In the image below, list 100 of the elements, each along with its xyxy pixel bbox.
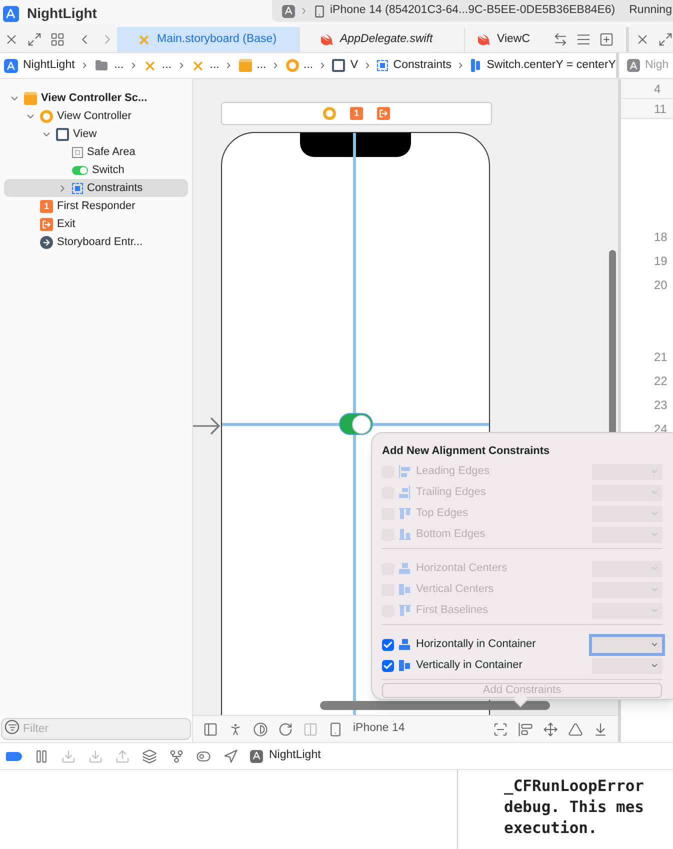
update-frames-icon[interactable] — [493, 722, 508, 736]
horizontal-scrollbar[interactable] — [320, 701, 550, 710]
constraint-icon — [470, 59, 482, 72]
top-edges-icon — [398, 507, 411, 520]
app-icon — [282, 4, 295, 18]
leading-edges-icon — [398, 465, 411, 478]
responder-icon: 1 — [350, 107, 363, 120]
checkbox[interactable] — [382, 660, 394, 672]
scene-icon — [238, 59, 252, 72]
expand-icon[interactable] — [658, 32, 673, 47]
breadcrumb-item[interactable]: Switch.centerY = centerY — [486, 56, 616, 74]
line-number: 23 — [654, 398, 668, 412]
switch-control[interactable] — [339, 413, 373, 435]
app-icon — [627, 59, 640, 72]
top-edges-icon — [398, 604, 411, 617]
safe-area-icon — [72, 146, 83, 158]
cross-tools-icon — [142, 58, 157, 72]
breadcrumb-item[interactable]: ... — [304, 56, 314, 74]
pause-icon[interactable] — [34, 748, 49, 764]
vertical-centers-icon — [398, 659, 411, 672]
tree-item[interactable]: Storyboard Entr... — [4, 233, 188, 251]
tree-item[interactable]: Constraints — [4, 179, 188, 197]
bird-icon — [320, 34, 334, 46]
contrast-icon[interactable] — [253, 722, 268, 736]
line-number: 21 — [654, 350, 668, 364]
chevron-down-icon — [650, 530, 659, 539]
tree-item[interactable]: Exit — [4, 215, 188, 233]
expand-icon[interactable] — [27, 32, 42, 47]
line-number: 20 — [654, 278, 668, 292]
exit-icon — [40, 218, 53, 230]
breadcrumb-item[interactable]: ... — [256, 56, 266, 74]
memory-graph-icon[interactable] — [169, 748, 184, 764]
pin-icon[interactable] — [543, 722, 558, 736]
close-icon[interactable] — [4, 32, 19, 47]
filter-icon — [5, 720, 19, 734]
breadcrumb-item[interactable]: ... — [114, 56, 124, 74]
console-line: debug. This mes — [504, 797, 644, 818]
trailing-edges-icon — [398, 486, 411, 499]
tree-item[interactable]: View Controller — [4, 107, 188, 125]
tree-item[interactable]: Switch — [4, 161, 188, 179]
exit-icon — [377, 107, 390, 120]
tree-item[interactable]: 1 First Responder — [4, 197, 188, 215]
breakpoints-toggle[interactable] — [6, 752, 22, 760]
rotate-icon[interactable] — [278, 722, 293, 736]
cross-tools-icon — [137, 32, 151, 46]
resolve-icon[interactable] — [568, 722, 583, 736]
grid-icon[interactable] — [50, 32, 65, 47]
sidebar-icon[interactable] — [203, 722, 218, 736]
tree-item[interactable]: View — [4, 125, 188, 143]
device-selector[interactable]: iPhone 14 — [353, 720, 405, 738]
embed-icon[interactable] — [593, 722, 608, 736]
console-line: _CFRunLoopError — [504, 776, 644, 797]
breadcrumb-item[interactable]: NightLight — [23, 56, 75, 74]
editor-tab[interactable]: ViewC — [465, 27, 534, 52]
constraint-label: Trailing Edges — [416, 485, 486, 500]
checkbox[interactable] — [382, 638, 394, 650]
horizontal-centers-icon — [398, 562, 411, 575]
app-title: NightLight — [27, 4, 97, 23]
app-icon — [3, 6, 19, 22]
popover-title: Add New Alignment Constraints — [382, 444, 551, 459]
editor-tab[interactable]: AppDelegate.swift — [300, 27, 465, 52]
add-editor-icon[interactable] — [599, 32, 614, 47]
run-status: Running — [629, 3, 672, 18]
editor-tab[interactable]: Main.storyboard (Base) — [117, 27, 300, 52]
tree-item[interactable]: View Controller Sc... — [4, 89, 188, 107]
constraint-label: Vertical Centers — [416, 582, 494, 598]
chevron-down-icon — [650, 606, 659, 615]
filter-field[interactable]: Filter — [1, 718, 191, 740]
lines-icon[interactable] — [576, 32, 591, 47]
swap-icon[interactable] — [553, 32, 568, 47]
breadcrumb-item[interactable]: V — [350, 56, 358, 74]
chevron-down-icon — [650, 488, 659, 497]
close-icon[interactable] — [635, 32, 650, 47]
location-icon[interactable] — [223, 748, 238, 764]
chevron-down-icon — [650, 509, 659, 518]
device-name[interactable]: iPhone 14 (854201C3-64...9C-B5EE-0DE5B36EB84E6) — [330, 2, 616, 20]
process-name: NightLight — [269, 748, 321, 764]
line-number: 18 — [654, 230, 668, 244]
line-number: 22 — [654, 374, 668, 388]
constraint-label: Bottom Edges — [416, 527, 486, 542]
folder-icon — [94, 59, 110, 72]
environment-icon[interactable] — [196, 748, 211, 764]
phone-icon[interactable] — [328, 722, 343, 736]
chevron-down-icon — [650, 564, 659, 573]
line-number: 11 — [654, 100, 666, 118]
tree-item[interactable]: Safe Area — [4, 143, 188, 161]
breadcrumb-item[interactable]: ... — [162, 56, 172, 74]
align-icon[interactable] — [518, 722, 533, 736]
chevron-down-icon — [650, 585, 659, 594]
toggle-icon — [72, 166, 88, 174]
app-icon — [250, 750, 263, 762]
bird-icon — [477, 34, 491, 46]
bottom-edges-icon — [398, 528, 411, 541]
layers-icon[interactable] — [142, 748, 157, 764]
responder-icon: 1 — [40, 200, 53, 212]
breadcrumb-item[interactable]: Constraints — [393, 56, 452, 74]
breadcrumb-item[interactable]: ... — [210, 56, 220, 74]
line-number: 4 — [654, 80, 661, 98]
constraint-label: Leading Edges — [416, 464, 490, 480]
constraint-label: Horizontal Centers — [416, 561, 508, 576]
